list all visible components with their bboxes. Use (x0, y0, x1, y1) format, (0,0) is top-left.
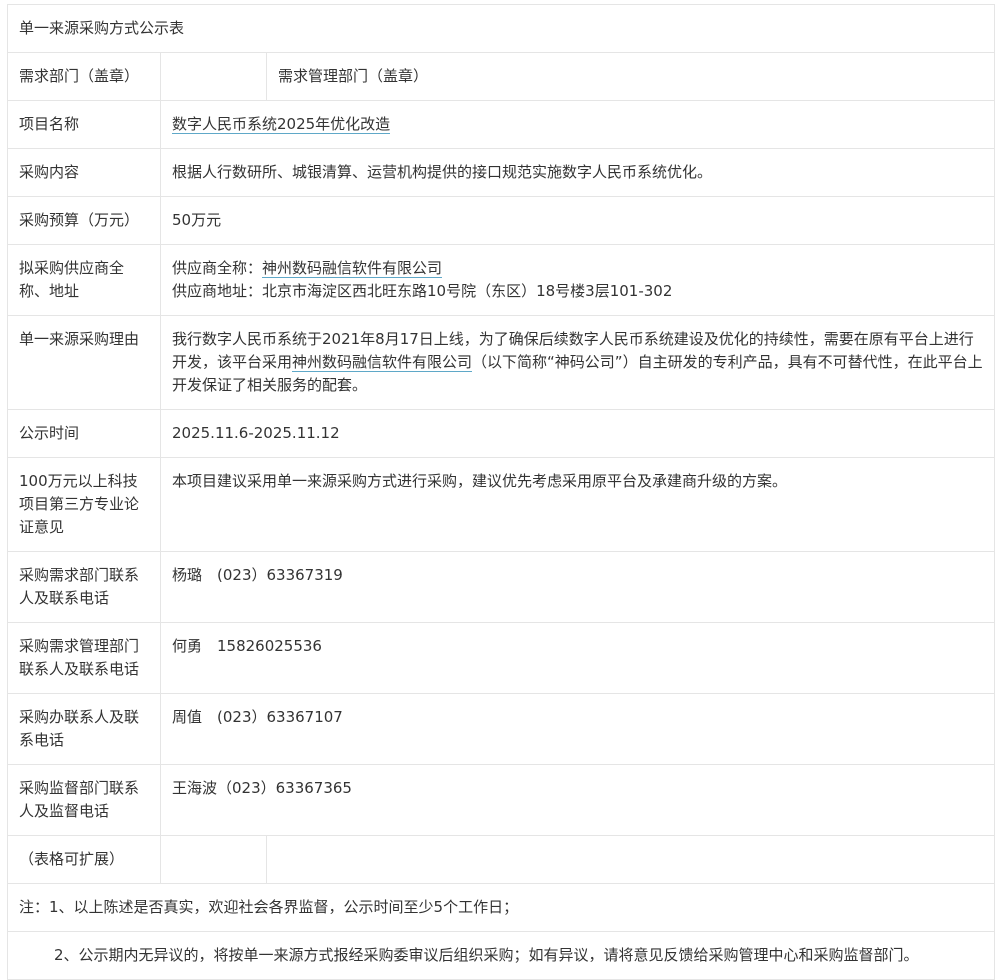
expert-label: 100万元以上科技项目第三方专业论证意见 (7, 457, 161, 552)
project-name-link[interactable]: 数字人民币系统2025年优化改造 (172, 115, 391, 134)
contact-office-label: 采购办联系人及联系电话 (7, 693, 161, 765)
contact-req-label: 采购需求部门联系人及联系电话 (7, 551, 161, 623)
dept-value (160, 52, 267, 101)
project-row: 项目名称 数字人民币系统2025年优化改造 (7, 100, 995, 149)
note-2-row: 2、公示期内无异议的，将按单一来源方式报经采购委审议后组织采购；如有异议，请将意… (7, 931, 995, 980)
expandable-cell-3 (266, 835, 995, 884)
expandable-label: （表格可扩展） (7, 835, 161, 884)
expandable-cell-2 (160, 835, 267, 884)
contact-office-row: 采购办联系人及联系电话 周值 (023）63367107 (7, 693, 995, 765)
contact-mgmt-label: 采购需求管理部门联系人及联系电话 (7, 622, 161, 694)
note-1-row: 注：1、以上陈述是否真实，欢迎社会各界监督，公示时间至少5个工作日； (7, 883, 995, 932)
contact-mgmt-value: 何勇 15826025536 (160, 622, 995, 694)
note-2: 2、公示期内无异议的，将按单一来源方式报经采购委审议后组织采购；如有异议，请将意… (7, 931, 995, 980)
project-value-cell: 数字人民币系统2025年优化改造 (160, 100, 995, 149)
dept-row: 需求部门（盖章） 需求管理部门（盖章） (7, 52, 995, 101)
supplier-value-cell: 供应商全称：神州数码融信软件有限公司 供应商地址：北京市海淀区西北旺东路10号院… (160, 244, 995, 316)
supplier-row: 拟采购供应商全称、地址 供应商全称：神州数码融信软件有限公司 供应商地址：北京市… (7, 244, 995, 316)
supplier-address: 供应商地址：北京市海淀区西北旺东路10号院（东区）18号楼3层101-302 (172, 282, 673, 300)
expert-row: 100万元以上科技项目第三方专业论证意见 本项目建议采用单一来源采购方式进行采购… (7, 457, 995, 552)
reason-company-link[interactable]: 神州数码融信软件有限公司 (292, 353, 473, 372)
dept-label: 需求部门（盖章） (7, 52, 161, 101)
table-title-row: 单一来源采购方式公示表 (7, 4, 995, 53)
period-label: 公示时间 (7, 409, 161, 458)
mgmt-dept-label: 需求管理部门（盖章） (266, 52, 995, 101)
reason-row: 单一来源采购理由 我行数字人民币系统于2021年8月17日上线，为了确保后续数字… (7, 315, 995, 410)
contact-req-row: 采购需求部门联系人及联系电话 杨璐 (023）63367319 (7, 551, 995, 623)
table-title: 单一来源采购方式公示表 (7, 4, 995, 53)
procurement-notice-table: 单一来源采购方式公示表 需求部门（盖章） 需求管理部门（盖章） 项目名称 数字人… (7, 4, 995, 980)
note-1: 注：1、以上陈述是否真实，欢迎社会各界监督，公示时间至少5个工作日； (7, 883, 995, 932)
period-value: 2025.11.6-2025.11.12 (160, 409, 995, 458)
supplier-name-prefix: 供应商全称： (172, 259, 263, 277)
budget-label: 采购预算（万元） (7, 196, 161, 245)
contact-supervise-label: 采购监督部门联系人及监督电话 (7, 764, 161, 836)
contact-supervise-value: 王海波（023）63367365 (160, 764, 995, 836)
budget-value: 50万元 (160, 196, 995, 245)
reason-value-cell: 我行数字人民币系统于2021年8月17日上线，为了确保后续数字人民币系统建设及优… (160, 315, 995, 410)
expert-value: 本项目建议采用单一来源采购方式进行采购，建议优先考虑采用原平台及承建商升级的方案… (160, 457, 995, 552)
supplier-label: 拟采购供应商全称、地址 (7, 244, 161, 316)
content-label: 采购内容 (7, 148, 161, 197)
period-row: 公示时间 2025.11.6-2025.11.12 (7, 409, 995, 458)
supplier-name-link[interactable]: 神州数码融信软件有限公司 (262, 259, 443, 278)
contact-supervise-row: 采购监督部门联系人及监督电话 王海波（023）63367365 (7, 764, 995, 836)
contact-office-value: 周值 (023）63367107 (160, 693, 995, 765)
contact-mgmt-row: 采购需求管理部门联系人及联系电话 何勇 15826025536 (7, 622, 995, 694)
reason-label: 单一来源采购理由 (7, 315, 161, 410)
expandable-row: （表格可扩展） (7, 835, 995, 884)
supplier-name-line: 供应商全称：神州数码融信软件有限公司 (172, 257, 983, 280)
contact-req-value: 杨璐 (023）63367319 (160, 551, 995, 623)
project-label: 项目名称 (7, 100, 161, 149)
content-value: 根据人行数研所、城银清算、运营机构提供的接口规范实施数字人民币系统优化。 (160, 148, 995, 197)
content-row: 采购内容 根据人行数研所、城银清算、运营机构提供的接口规范实施数字人民币系统优化… (7, 148, 995, 197)
budget-row: 采购预算（万元） 50万元 (7, 196, 995, 245)
